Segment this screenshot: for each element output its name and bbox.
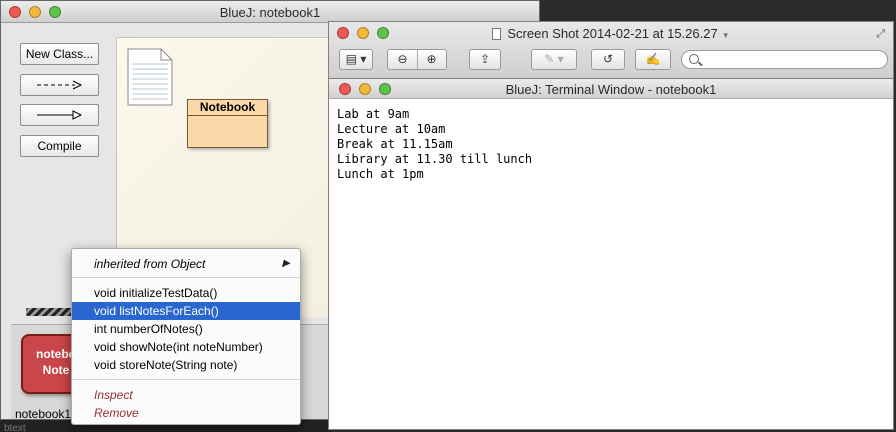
zoom-out-icon[interactable]: ⊖ <box>389 50 418 69</box>
title-dropdown-icon[interactable]: ▼ <box>722 31 730 40</box>
terminal-output[interactable]: Lab at 9am Lecture at 10am Break at 11.1… <box>329 99 893 190</box>
terminal-line: Lecture at 10am <box>337 122 446 136</box>
menu-item-inspect[interactable]: Inspect <box>72 386 300 404</box>
dashed-arrow-icon <box>36 80 82 90</box>
bluej-titlebar[interactable]: BlueJ: notebook1 <box>1 1 539 23</box>
submenu-arrow-icon: ▶ <box>282 258 290 269</box>
menu-item-store-note[interactable]: void storeNote(String note) <box>72 356 300 374</box>
menu-item-initialize-test-data[interactable]: void initializeTestData() <box>72 284 300 302</box>
highlight-icon: ✎ ▾ <box>544 52 564 66</box>
rotate-button[interactable]: ↺ <box>591 49 625 70</box>
terminal-window: BlueJ: Terminal Window - notebook1 Lab a… <box>328 78 894 430</box>
readme-note-icon[interactable] <box>127 48 173 106</box>
search-input[interactable] <box>681 50 888 69</box>
document-icon <box>492 28 502 40</box>
menu-item-number-of-notes[interactable]: int numberOfNotes() <box>72 320 300 338</box>
menu-item-inherited-from-object[interactable]: inherited from Object ▶ <box>72 255 300 273</box>
menu-separator <box>72 277 300 278</box>
background-text: btext <box>4 423 26 432</box>
new-class-button[interactable]: New Class... <box>20 43 99 65</box>
rotate-icon: ↺ <box>602 52 614 66</box>
terminal-line: Library at 11.30 till lunch <box>337 152 533 166</box>
annotate-button[interactable]: ✍ <box>635 49 671 70</box>
compile-button[interactable]: Compile <box>20 135 99 157</box>
inheritance-arrow-button[interactable] <box>20 104 99 126</box>
terminal-line: Lab at 9am <box>337 107 410 121</box>
menu-item-label: inherited from Object <box>94 257 206 271</box>
menu-separator <box>72 379 300 380</box>
sidebar-icon: ▤ ▾ <box>345 52 367 66</box>
terminal-line: Break at 11.15am <box>337 137 453 151</box>
menu-item-show-note[interactable]: void showNote(int noteNumber) <box>72 338 300 356</box>
terminal-title: BlueJ: Terminal Window - notebook1 <box>505 82 717 97</box>
dependency-arrow-button[interactable] <box>20 74 99 96</box>
object-context-menu: inherited from Object ▶ void initializeT… <box>71 248 301 425</box>
menu-item-list-notes-for-each[interactable]: void listNotesForEach() <box>72 302 300 320</box>
highlight-button[interactable]: ✎ ▾ <box>531 49 577 70</box>
bluej-window-title: BlueJ: notebook1 <box>219 5 321 20</box>
terminal-titlebar[interactable]: BlueJ: Terminal Window - notebook1 <box>329 79 893 99</box>
terminal-line: Lunch at 1pm <box>337 167 424 181</box>
menu-item-remove[interactable]: Remove <box>72 404 300 422</box>
sidebar-view-button[interactable]: ▤ ▾ <box>339 49 373 70</box>
fullscreen-icon[interactable]: ⤢ <box>876 28 885 41</box>
preview-window: Screen Shot 2014-02-21 at 15.26.27 ▼ ⤢ ▤ … <box>328 21 894 79</box>
class-name-label: Notebook <box>188 100 267 116</box>
notebook-class-box[interactable]: Notebook <box>187 99 268 148</box>
zoom-controls: ⊖ ⊕ <box>387 49 447 70</box>
zoom-in-icon[interactable]: ⊕ <box>418 50 446 69</box>
share-button[interactable]: ⇪ <box>469 49 501 70</box>
search-icon <box>689 54 699 64</box>
preview-title: Screen Shot 2014-02-21 at 15.26.27 ▼ <box>329 26 893 41</box>
object-label: notebook1 <box>15 407 72 420</box>
preview-title-text: Screen Shot 2014-02-21 at 15.26.27 <box>507 26 718 41</box>
annotate-icon: ✍ <box>645 52 661 66</box>
share-icon: ⇪ <box>479 52 491 66</box>
hollow-arrow-icon <box>36 110 82 120</box>
